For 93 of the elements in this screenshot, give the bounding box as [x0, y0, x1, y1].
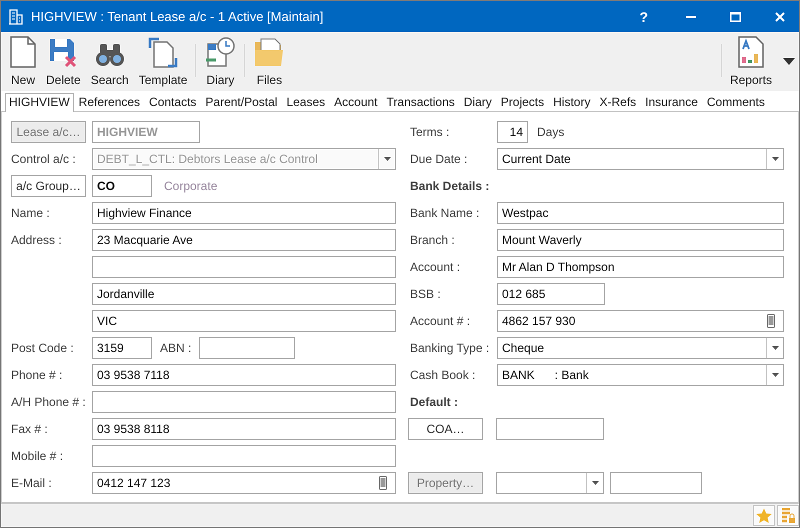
caret-icon	[772, 346, 778, 350]
tab[interactable]: Comments	[702, 93, 769, 111]
caret-icon	[384, 156, 390, 160]
lookup-button[interactable]: a/c Group…	[11, 174, 86, 196]
field-label: Terms :	[410, 124, 450, 138]
text-field[interactable]	[199, 336, 296, 358]
tab[interactable]: X-Refs	[595, 93, 640, 111]
maximize-icon[interactable]	[730, 12, 741, 22]
tab[interactable]: Parent/Postal	[201, 93, 282, 111]
lookup-button[interactable]: COA…	[408, 418, 483, 440]
documents-arrows-icon	[148, 36, 178, 68]
report-chart-icon	[738, 36, 764, 68]
text-field[interactable]: Mount Waverly	[497, 228, 784, 250]
field-label: Cash Book :	[410, 368, 476, 382]
floppy-disk-delete-icon	[49, 38, 78, 68]
field-label: ABN :	[160, 340, 192, 354]
toolbar-button[interactable]: Reports	[724, 32, 777, 91]
dropdown-arrow-icon[interactable]	[783, 58, 795, 65]
tab[interactable]: Transactions	[382, 93, 459, 111]
caret-icon	[772, 156, 778, 160]
star-icon	[756, 508, 772, 524]
blank-document-icon	[10, 36, 36, 68]
text-field[interactable]	[92, 444, 396, 466]
section-heading: Default :	[410, 394, 458, 408]
text-field[interactable]: 23 Macquarie Ave	[92, 228, 396, 250]
close-icon[interactable]	[775, 12, 785, 22]
text-field[interactable]: CO	[92, 174, 152, 196]
toolbar-button[interactable]: Search	[86, 32, 134, 91]
toolbar-button[interactable]: Delete	[41, 32, 86, 91]
section-heading: Bank Details :	[410, 178, 490, 192]
field-label: Phone # :	[11, 368, 64, 382]
field-label: A/H Phone # :	[11, 394, 87, 408]
building-icon	[9, 8, 23, 24]
text-field[interactable]: VIC	[92, 310, 396, 332]
list-lock-icon	[781, 508, 795, 524]
field-label: Bank Name :	[410, 206, 480, 220]
window-title: HIGHVIEW : Tenant Lease a/c - 1 Active [Maintain]	[31, 9, 324, 24]
text-field[interactable]: Mr Alan D Thompson	[497, 256, 784, 278]
field-label: E-Mail :	[11, 476, 53, 490]
toolbar-button[interactable]: Diary	[199, 32, 242, 91]
text-field[interactable]: 03 9538 8118	[92, 418, 396, 440]
favourite-button[interactable]	[753, 505, 775, 526]
folder-document-icon	[253, 38, 286, 68]
text-field[interactable]: 0412 147 123	[92, 472, 396, 494]
layout-button[interactable]	[777, 505, 799, 526]
toolbar-button[interactable]: Template	[134, 32, 192, 91]
field-label: Name :	[11, 206, 51, 220]
caret-icon	[592, 480, 598, 484]
tab[interactable]: Contacts	[145, 93, 200, 111]
dropdown-field[interactable]	[496, 472, 604, 494]
field-label: Banking Type :	[410, 340, 490, 354]
field-label: Post Code :	[11, 340, 75, 354]
text-field[interactable]: 012 685	[497, 282, 605, 304]
toolbar-button[interactable]: New	[5, 32, 41, 91]
text-field[interactable]	[496, 418, 604, 440]
text-field[interactable]: Westpac	[497, 202, 784, 224]
dropdown-field[interactable]: BANK : Bank	[497, 364, 784, 386]
field-label: Mobile # :	[11, 448, 64, 462]
unit-label: Days	[537, 124, 564, 138]
text-field[interactable]	[610, 472, 702, 494]
field-label: Fax # :	[11, 422, 49, 436]
help-button[interactable]: ?	[635, 8, 652, 24]
toolbar-button[interactable]: Files	[248, 32, 290, 91]
caret-icon	[772, 372, 778, 376]
text-field[interactable]	[92, 256, 396, 278]
text-field[interactable]: 4862 157 930	[497, 310, 784, 332]
field-label: Account :	[410, 260, 462, 274]
minimize-icon[interactable]	[686, 16, 696, 18]
field-label: Account # :	[410, 314, 472, 328]
tab[interactable]: Diary	[460, 93, 496, 111]
tab[interactable]: Account	[330, 93, 382, 111]
tab[interactable]: References	[74, 93, 144, 111]
dropdown-field[interactable]: Current Date	[497, 148, 784, 170]
tab[interactable]: Leases	[282, 93, 330, 111]
calendar-clock-icon	[204, 36, 236, 68]
text-field[interactable]: 03 9538 7118	[92, 364, 396, 386]
tab[interactable]: HIGHVIEW	[5, 93, 74, 112]
field-label: Control a/c :	[11, 152, 77, 166]
group-description: Corporate	[164, 178, 218, 192]
field-label: Address :	[11, 232, 63, 246]
number-field[interactable]: 14	[497, 120, 528, 142]
field-label: BSB :	[410, 286, 442, 300]
dropdown-field[interactable]: Cheque	[497, 336, 784, 358]
tab[interactable]: Insurance	[641, 93, 702, 111]
tab[interactable]: Projects	[496, 93, 548, 111]
tab[interactable]: History	[549, 93, 594, 111]
field-label: Due Date :	[410, 152, 468, 166]
binoculars-icon	[94, 42, 125, 68]
field-label: Branch :	[410, 232, 456, 246]
text-field[interactable]: 3159	[92, 336, 152, 358]
text-field[interactable]	[92, 390, 396, 412]
text-field[interactable]: Highview Finance	[92, 202, 396, 224]
text-field[interactable]: Jordanville	[92, 282, 396, 304]
